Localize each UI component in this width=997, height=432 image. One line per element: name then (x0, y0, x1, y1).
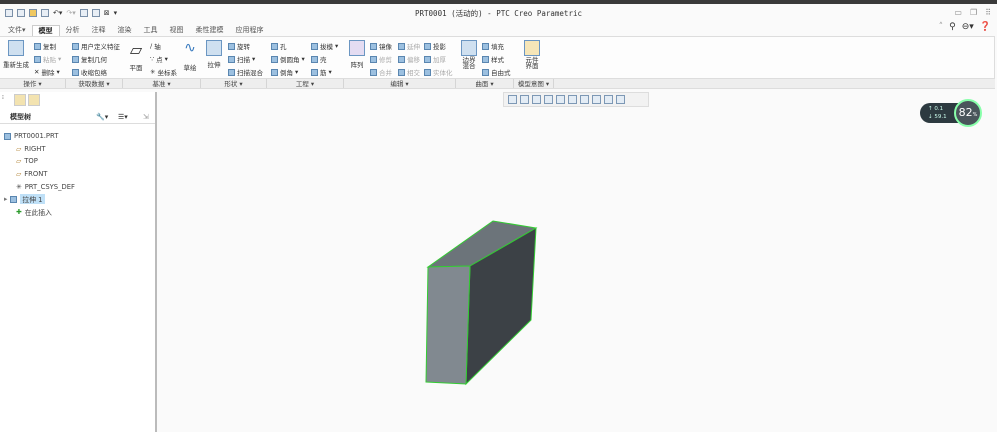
graphics-area[interactable] (0, 0, 997, 432)
box-front-face (425, 265, 471, 385)
